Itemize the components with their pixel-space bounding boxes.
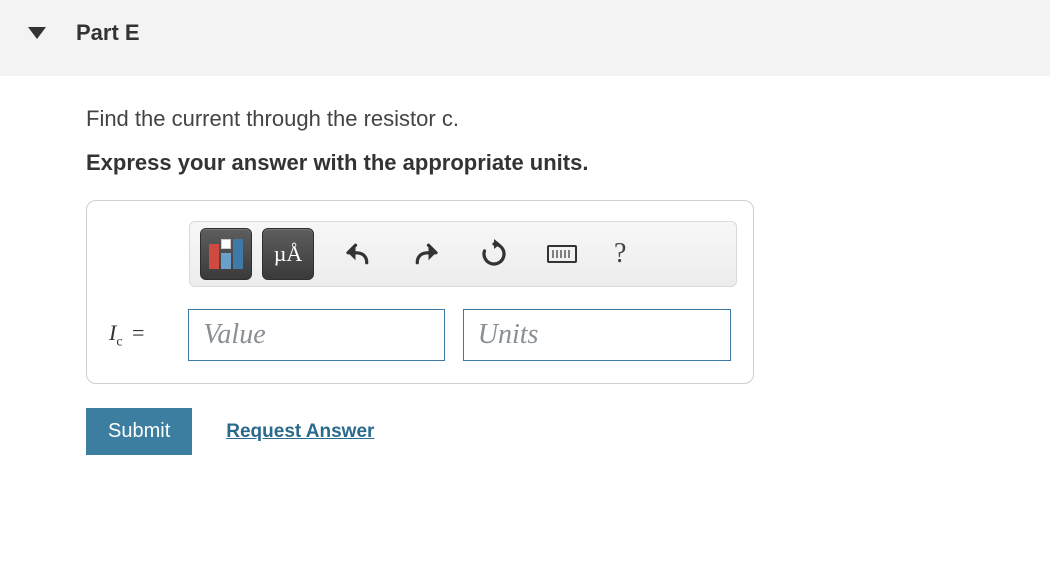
equation-lhs: Ic =: [109, 320, 188, 350]
chevron-down-icon: [28, 27, 46, 39]
equation-subscript: c: [116, 334, 122, 349]
equation-equals: =: [132, 320, 144, 345]
question-prompt: Find the current through the resistor c.: [86, 106, 1030, 132]
special-characters-label: µÅ: [274, 241, 303, 267]
answer-input-row: Ic = Value Units: [109, 309, 731, 361]
redo-icon: [411, 239, 441, 269]
templates-button[interactable]: [200, 228, 252, 280]
undo-button[interactable]: [336, 232, 380, 276]
request-answer-link[interactable]: Request Answer: [226, 421, 374, 443]
keyboard-shortcuts-button[interactable]: [540, 232, 584, 276]
equation-toolbar: µÅ: [189, 221, 737, 287]
redo-button[interactable]: [404, 232, 448, 276]
reset-button[interactable]: [472, 232, 516, 276]
submit-button[interactable]: Submit: [86, 408, 192, 455]
value-input[interactable]: Value: [188, 309, 444, 361]
part-content: Find the current through the resistor c.…: [0, 76, 1050, 475]
undo-icon: [343, 239, 373, 269]
units-input[interactable]: Units: [463, 309, 731, 361]
answer-entry-box: µÅ: [86, 200, 754, 384]
templates-icon: [209, 239, 243, 269]
help-button[interactable]: ?: [614, 238, 626, 270]
part-title: Part E: [76, 20, 140, 46]
part-header[interactable]: Part E: [0, 0, 1050, 76]
answer-instruction: Express your answer with the appropriate…: [86, 150, 1030, 176]
reset-icon: [479, 239, 509, 269]
actions-row: Submit Request Answer: [86, 408, 1030, 455]
special-characters-button[interactable]: µÅ: [262, 228, 314, 280]
keyboard-icon: [547, 245, 577, 263]
